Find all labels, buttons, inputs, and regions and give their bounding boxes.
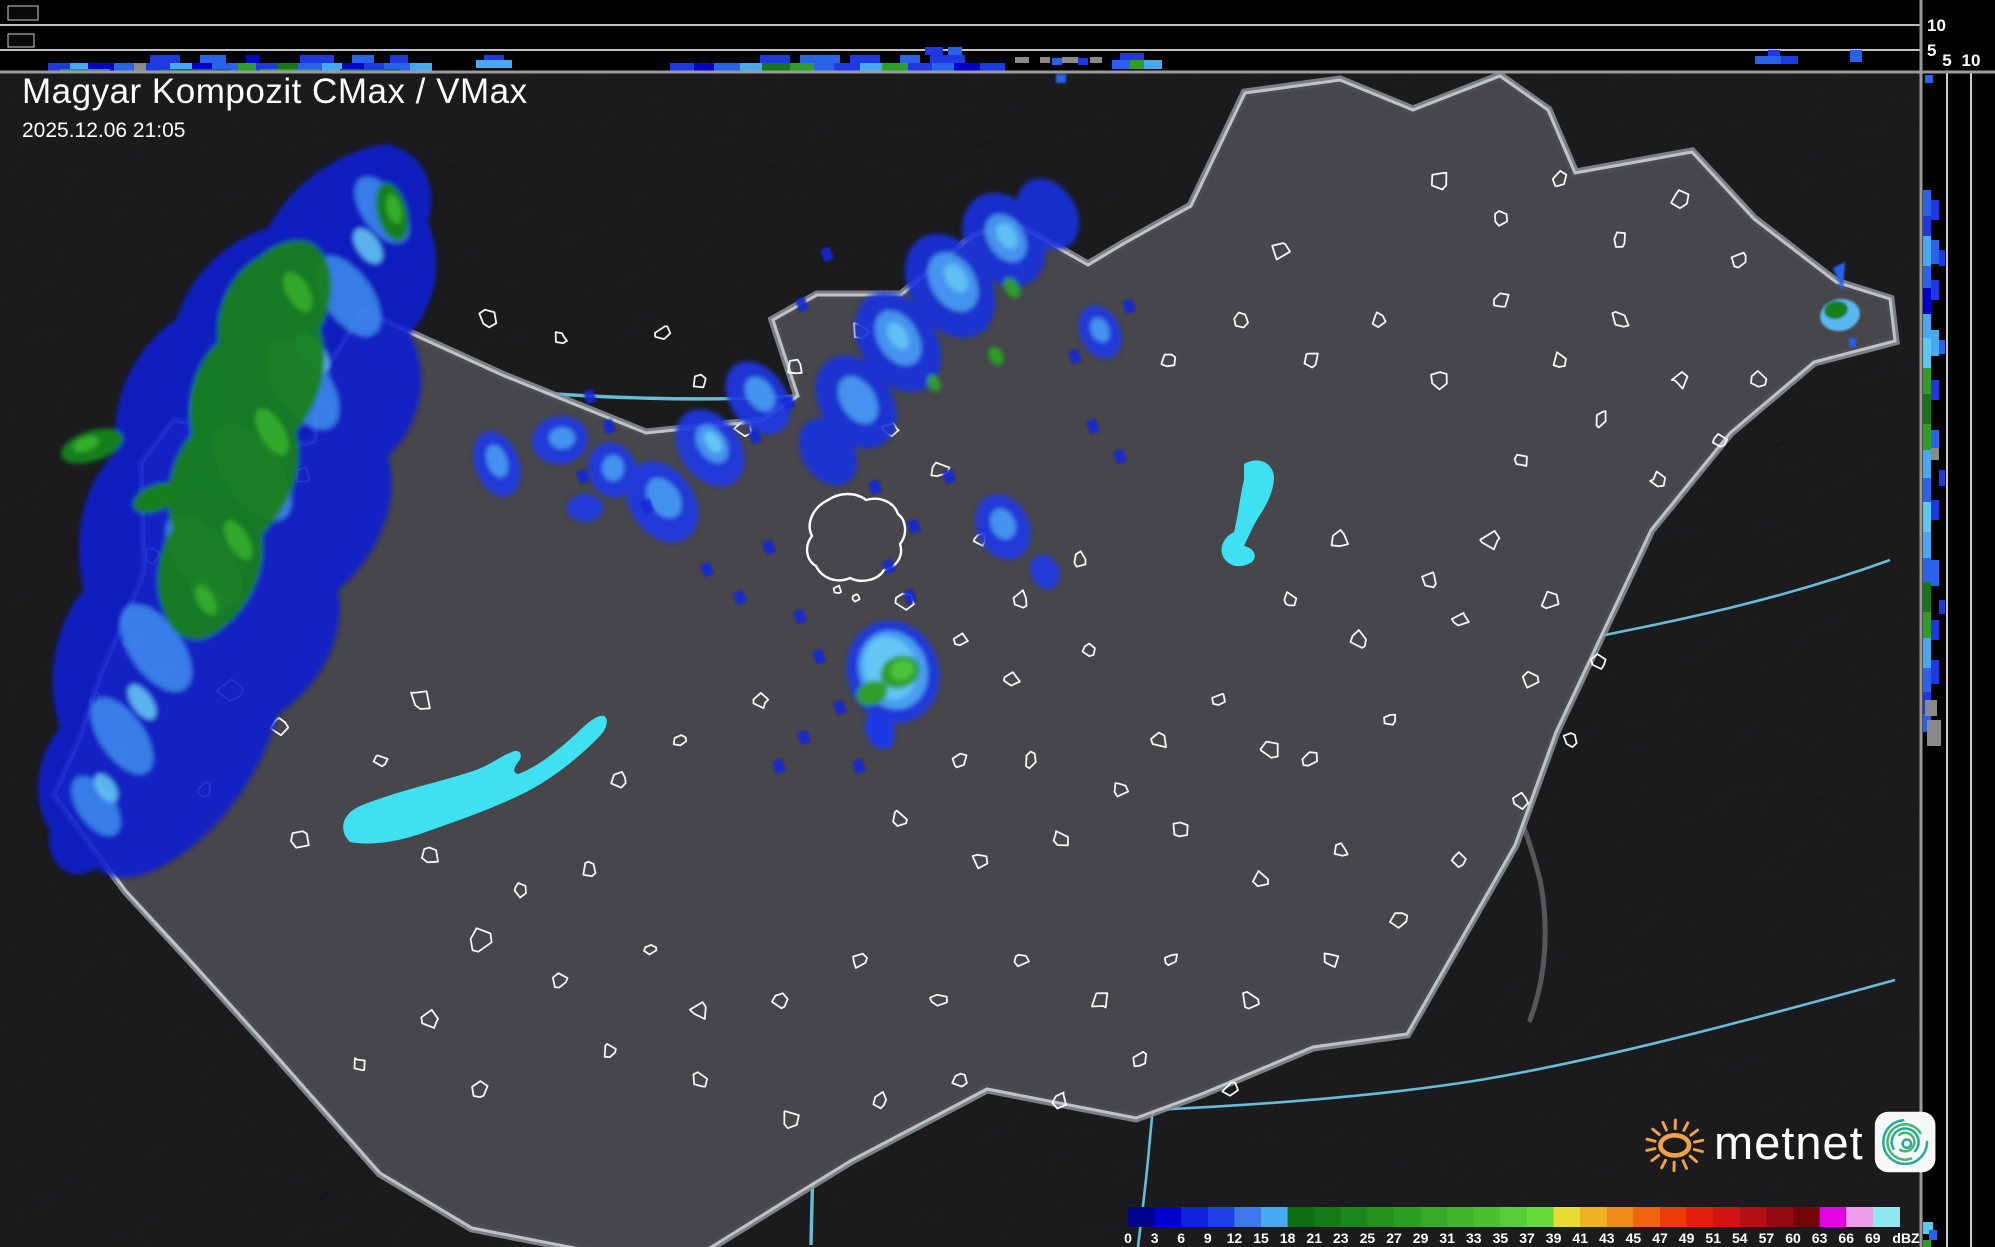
metnet-app-icon [1874,1111,1936,1173]
scale-tick-label: 23 [1333,1230,1349,1246]
scale-tick-label: 9 [1204,1230,1212,1246]
corner-box-1 [7,5,39,21]
scale-tick-label: 33 [1466,1230,1482,1246]
radar-map: 10 5 5 10 0 3 6 9 12 15 18 21 23 25 27 29 31 33 35 37 39… [0,0,1995,1247]
scale-tick-label: 21 [1306,1230,1322,1246]
scale-tick-label: 18 [1280,1230,1296,1246]
corner-box-2 [7,33,35,48]
scale-tick-label: 12 [1227,1230,1243,1246]
scale-tick-label: 15 [1253,1230,1269,1246]
scale-tick-label: 31 [1439,1230,1455,1246]
scale-tick-label: 35 [1493,1230,1509,1246]
right-axis-label-10: 10 [1962,51,1981,70]
map-area [0,73,1920,1247]
scale-tick-label: 41 [1572,1230,1588,1246]
scale-tick-label: 37 [1519,1230,1535,1246]
scale-tick-label: 0 [1124,1230,1132,1246]
sun-icon [1645,1118,1705,1173]
right-axis-label-5: 5 [1942,51,1951,70]
scale-tick-label: 69 [1865,1230,1881,1246]
scale-tick-label: 25 [1360,1230,1376,1246]
scale-tick-label: 60 [1785,1230,1801,1246]
scale-tick-label: 27 [1386,1230,1402,1246]
scale-unit-label: dBZ [1892,1230,1920,1246]
metnet-logo: metnet [1636,1100,1936,1184]
scale-tick-label: 47 [1652,1230,1668,1246]
logo-text: metnet [1714,1115,1864,1169]
top-axis-label-5: 5 [1927,41,1936,60]
top-axis-label-10: 10 [1927,16,1946,35]
scale-tick-label: 63 [1812,1230,1828,1246]
scale-tick-label: 51 [1705,1230,1721,1246]
scale-tick-label: 49 [1679,1230,1695,1246]
scale-tick-label: 57 [1759,1230,1775,1246]
scale-tick-label: 54 [1732,1230,1748,1246]
radar-composite-screen: 10 5 5 10 0 3 6 9 12 15 18 21 23 25 27 29 31 33 35 37 39… [0,0,1995,1247]
scale-tick-label: 43 [1599,1230,1615,1246]
scale-tick-label: 6 [1177,1230,1185,1246]
scale-tick-label: 29 [1413,1230,1429,1246]
scale-tick-label: 3 [1151,1230,1159,1246]
scale-tick-label: 66 [1838,1230,1854,1246]
scale-tick-label: 39 [1546,1230,1562,1246]
scale-tick-label: 45 [1626,1230,1642,1246]
